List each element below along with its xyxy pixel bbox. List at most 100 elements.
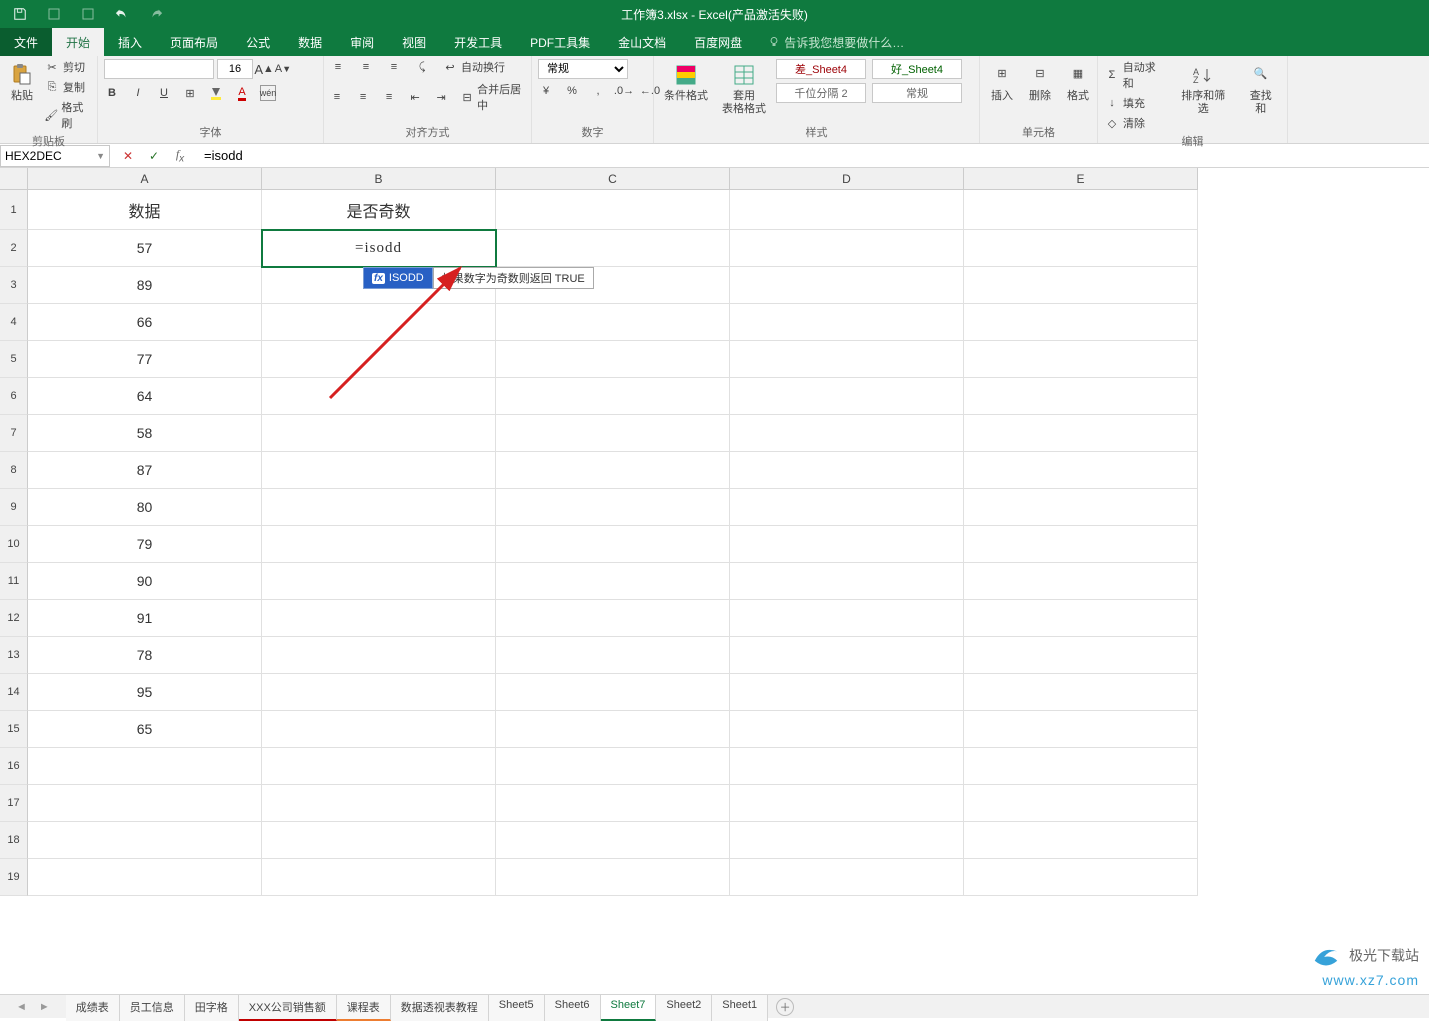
font-family-select[interactable]: [104, 59, 214, 79]
cell-E15[interactable]: [964, 711, 1198, 748]
row-header-13[interactable]: 13: [0, 637, 28, 674]
style-good[interactable]: 好_Sheet4: [872, 59, 962, 79]
cell-E6[interactable]: [964, 378, 1198, 415]
align-top-icon[interactable]: ≡: [330, 59, 346, 75]
enter-formula-icon[interactable]: ✓: [146, 148, 162, 164]
tab-file[interactable]: 文件: [0, 28, 52, 56]
wrap-text-button[interactable]: ↩自动换行: [442, 59, 505, 75]
indent-dec-icon[interactable]: ⇤: [408, 89, 422, 105]
row-header-5[interactable]: 5: [0, 341, 28, 378]
font-size-select[interactable]: [217, 59, 253, 79]
cell-B8[interactable]: [262, 452, 496, 489]
tab-formulas[interactable]: 公式: [232, 28, 284, 56]
cell-D5[interactable]: [730, 341, 964, 378]
row-header-12[interactable]: 12: [0, 600, 28, 637]
orientation-icon[interactable]: ⤹: [414, 59, 430, 75]
align-right-icon[interactable]: ≡: [382, 89, 396, 105]
cell-C15[interactable]: [496, 711, 730, 748]
currency-icon[interactable]: ¥: [538, 83, 554, 99]
tab-nav-prev-icon[interactable]: ◄: [16, 1001, 27, 1013]
cell-A7[interactable]: 58: [28, 415, 262, 452]
cell-E8[interactable]: [964, 452, 1198, 489]
merge-center-button[interactable]: ⊟合并后居中: [460, 81, 525, 113]
sheet-tab-Sheet5[interactable]: Sheet5: [489, 994, 545, 1021]
column-header-C[interactable]: C: [496, 168, 730, 190]
cell-B9[interactable]: [262, 489, 496, 526]
sheet-tab-员工信息[interactable]: 员工信息: [120, 994, 185, 1021]
decrease-font-icon[interactable]: A▼: [275, 61, 291, 77]
font-color-button[interactable]: A: [234, 85, 250, 101]
number-format-select[interactable]: 常规: [538, 59, 628, 79]
tell-me[interactable]: 告诉我您想要做什么…: [768, 28, 904, 56]
cell-E18[interactable]: [964, 822, 1198, 859]
cell-E7[interactable]: [964, 415, 1198, 452]
cell-D14[interactable]: [730, 674, 964, 711]
cell-D13[interactable]: [730, 637, 964, 674]
cell-E2[interactable]: [964, 230, 1198, 267]
select-all-corner[interactable]: [0, 168, 28, 190]
sheet-tab-Sheet2[interactable]: Sheet2: [656, 994, 712, 1021]
cell-A9[interactable]: 80: [28, 489, 262, 526]
underline-button[interactable]: U: [156, 85, 172, 101]
cell-B17[interactable]: [262, 785, 496, 822]
tab-layout[interactable]: 页面布局: [156, 28, 232, 56]
row-header-11[interactable]: 11: [0, 563, 28, 600]
cell-D9[interactable]: [730, 489, 964, 526]
find-select-button[interactable]: 🔍查找和: [1240, 59, 1281, 116]
cell-E17[interactable]: [964, 785, 1198, 822]
cell-A2[interactable]: 57: [28, 230, 262, 267]
cell-A10[interactable]: 79: [28, 526, 262, 563]
cell-A12[interactable]: 91: [28, 600, 262, 637]
clear-button[interactable]: ◇清除: [1104, 115, 1166, 131]
cell-B14[interactable]: [262, 674, 496, 711]
cell-E16[interactable]: [964, 748, 1198, 785]
cell-C6[interactable]: [496, 378, 730, 415]
qat-btn-2[interactable]: [46, 6, 62, 22]
cell-A16[interactable]: [28, 748, 262, 785]
sort-filter-button[interactable]: AZ排序和筛选: [1172, 59, 1234, 116]
row-header-9[interactable]: 9: [0, 489, 28, 526]
column-header-A[interactable]: A: [28, 168, 262, 190]
italic-button[interactable]: I: [130, 85, 146, 101]
cell-A3[interactable]: 89: [28, 267, 262, 304]
tab-insert[interactable]: 插入: [104, 28, 156, 56]
cell-B15[interactable]: [262, 711, 496, 748]
align-middle-icon[interactable]: ≡: [358, 59, 374, 75]
cell-D16[interactable]: [730, 748, 964, 785]
phonetic-button[interactable]: wén: [260, 85, 276, 101]
row-header-8[interactable]: 8: [0, 452, 28, 489]
row-header-1[interactable]: 1: [0, 190, 28, 230]
cancel-formula-icon[interactable]: ✕: [120, 148, 136, 164]
cell-B19[interactable]: [262, 859, 496, 896]
style-bad[interactable]: 差_Sheet4: [776, 59, 866, 79]
tab-home[interactable]: 开始: [52, 28, 104, 56]
cell-E9[interactable]: [964, 489, 1198, 526]
cell-B10[interactable]: [262, 526, 496, 563]
cell-B13[interactable]: [262, 637, 496, 674]
row-header-18[interactable]: 18: [0, 822, 28, 859]
row-header-4[interactable]: 4: [0, 304, 28, 341]
cell-C12[interactable]: [496, 600, 730, 637]
undo-icon[interactable]: [114, 6, 130, 22]
row-header-7[interactable]: 7: [0, 415, 28, 452]
percent-icon[interactable]: %: [564, 83, 580, 99]
tab-baidu[interactable]: 百度网盘: [680, 28, 756, 56]
cell-C13[interactable]: [496, 637, 730, 674]
cell-D17[interactable]: [730, 785, 964, 822]
cell-B1[interactable]: 是否奇数: [262, 190, 496, 230]
inc-decimal-icon[interactable]: .0→: [616, 83, 632, 99]
cell-C10[interactable]: [496, 526, 730, 563]
cell-C5[interactable]: [496, 341, 730, 378]
row-header-2[interactable]: 2: [0, 230, 28, 267]
cell-C17[interactable]: [496, 785, 730, 822]
cell-A17[interactable]: [28, 785, 262, 822]
align-bottom-icon[interactable]: ≡: [386, 59, 402, 75]
tab-pdf[interactable]: PDF工具集: [516, 28, 604, 56]
fx-icon[interactable]: fx: [172, 148, 188, 164]
qat-btn-3[interactable]: [80, 6, 96, 22]
cell-B7[interactable]: [262, 415, 496, 452]
cell-A11[interactable]: 90: [28, 563, 262, 600]
cell-E12[interactable]: [964, 600, 1198, 637]
fill-color-button[interactable]: [208, 85, 224, 101]
cell-E13[interactable]: [964, 637, 1198, 674]
